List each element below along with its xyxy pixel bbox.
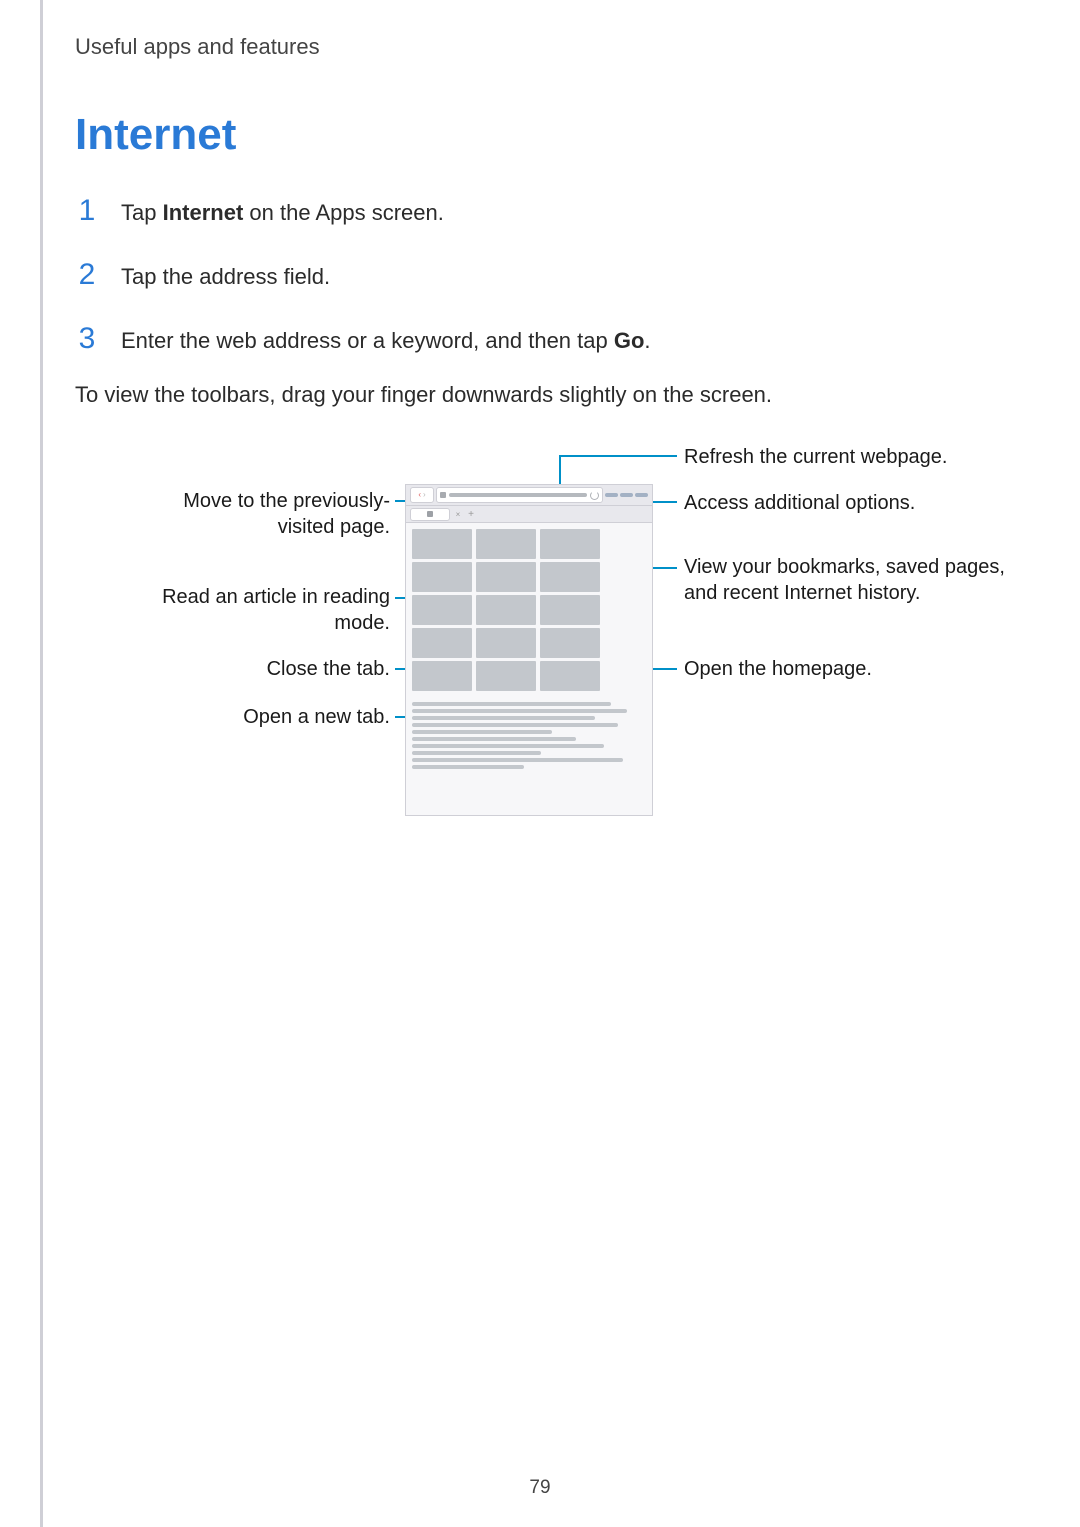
page-margin-rule — [40, 0, 43, 1527]
callout-homepage: Open the homepage. — [684, 656, 1014, 682]
step-text: Tap Internet on the Apps screen. — [121, 198, 444, 229]
step-item: 2 Tap the address field. — [75, 254, 1010, 296]
reader-mode-icon — [440, 492, 446, 498]
step-number: 2 — [75, 254, 99, 296]
running-header: Useful apps and features — [75, 34, 1010, 60]
callout-close-tab: Close the tab. — [150, 656, 390, 682]
tab-favicon — [427, 511, 433, 517]
step-item: 3 Enter the web address or a keyword, an… — [75, 318, 1010, 360]
step-text: Tap the address field. — [121, 262, 330, 293]
forward-icon: › — [423, 491, 426, 499]
nav-buttons[interactable]: ‹ › — [410, 487, 434, 503]
more-options-icon[interactable] — [635, 493, 648, 497]
webpage-content — [406, 523, 652, 778]
homepage-icon[interactable] — [605, 493, 618, 497]
steps-list: 1 Tap Internet on the Apps screen. 2 Tap… — [75, 190, 1010, 360]
section-title: Internet — [75, 110, 1010, 160]
browser-window: ‹ › × + — [405, 484, 653, 816]
address-text-placeholder — [449, 493, 587, 497]
leader-line — [559, 455, 677, 457]
annotated-screenshot: Refresh the current webpage. Access addi… — [75, 444, 1010, 854]
browser-tab[interactable] — [410, 508, 450, 521]
new-tab-icon[interactable]: + — [466, 509, 476, 519]
callout-new-tab: Open a new tab. — [150, 704, 390, 730]
close-tab-icon[interactable]: × — [454, 510, 462, 518]
page-content: Useful apps and features Internet 1 Tap … — [0, 0, 1080, 854]
body-paragraph: To view the toolbars, drag your finger d… — [75, 382, 1010, 408]
callout-nav: Move to the previously-visited page. — [150, 488, 390, 540]
page-number: 79 — [0, 1477, 1080, 1499]
step-number: 3 — [75, 318, 99, 360]
bookmarks-icon[interactable] — [620, 493, 633, 497]
step-item: 1 Tap Internet on the Apps screen. — [75, 190, 1010, 232]
callout-bookmarks: View your bookmarks, saved pages, and re… — [684, 554, 1014, 606]
callout-options: Access additional options. — [684, 490, 1014, 516]
callout-refresh: Refresh the current webpage. — [684, 444, 1014, 470]
callout-reader: Read an article in reading mode. — [150, 584, 390, 636]
browser-toolbar: ‹ › — [406, 485, 652, 506]
tab-bar: × + — [406, 506, 652, 523]
address-bar[interactable] — [436, 487, 603, 503]
refresh-icon — [590, 491, 599, 500]
step-text: Enter the web address or a keyword, and … — [121, 326, 651, 357]
back-icon: ‹ — [418, 491, 421, 499]
step-number: 1 — [75, 190, 99, 232]
